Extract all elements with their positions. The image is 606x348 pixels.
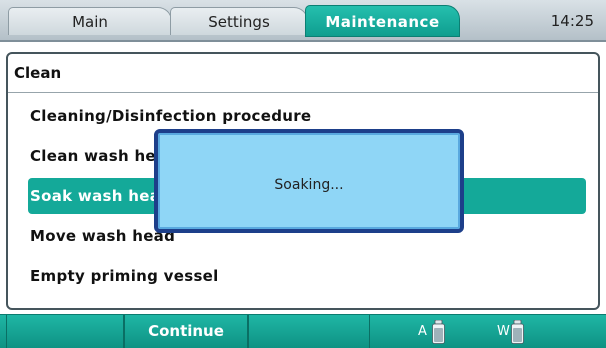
bottle-w-label: W bbox=[497, 324, 510, 339]
bottle-a-label: A bbox=[418, 324, 427, 339]
dialog-message: Soaking... bbox=[274, 177, 344, 193]
bottle-icon bbox=[511, 320, 524, 344]
continue-button[interactable]: Continue bbox=[124, 315, 248, 348]
softkey-bar: Continue A W bbox=[0, 314, 606, 348]
menu-item-empty-priming-vessel[interactable]: Empty priming vessel bbox=[28, 258, 586, 294]
tab-settings[interactable]: Settings bbox=[170, 7, 308, 35]
panel-title: Clean bbox=[14, 64, 62, 82]
title-divider bbox=[8, 92, 598, 93]
tab-maintenance[interactable]: Maintenance bbox=[305, 5, 460, 37]
clock: 14:25 bbox=[550, 12, 594, 30]
tab-main[interactable]: Main bbox=[8, 7, 172, 35]
soaking-dialog: Soaking... bbox=[154, 129, 464, 233]
tab-bar: Main Settings Maintenance 14:25 bbox=[0, 0, 606, 42]
bottle-icon bbox=[432, 320, 445, 344]
softkey-1[interactable] bbox=[6, 315, 124, 348]
softkey-3[interactable] bbox=[248, 315, 370, 348]
